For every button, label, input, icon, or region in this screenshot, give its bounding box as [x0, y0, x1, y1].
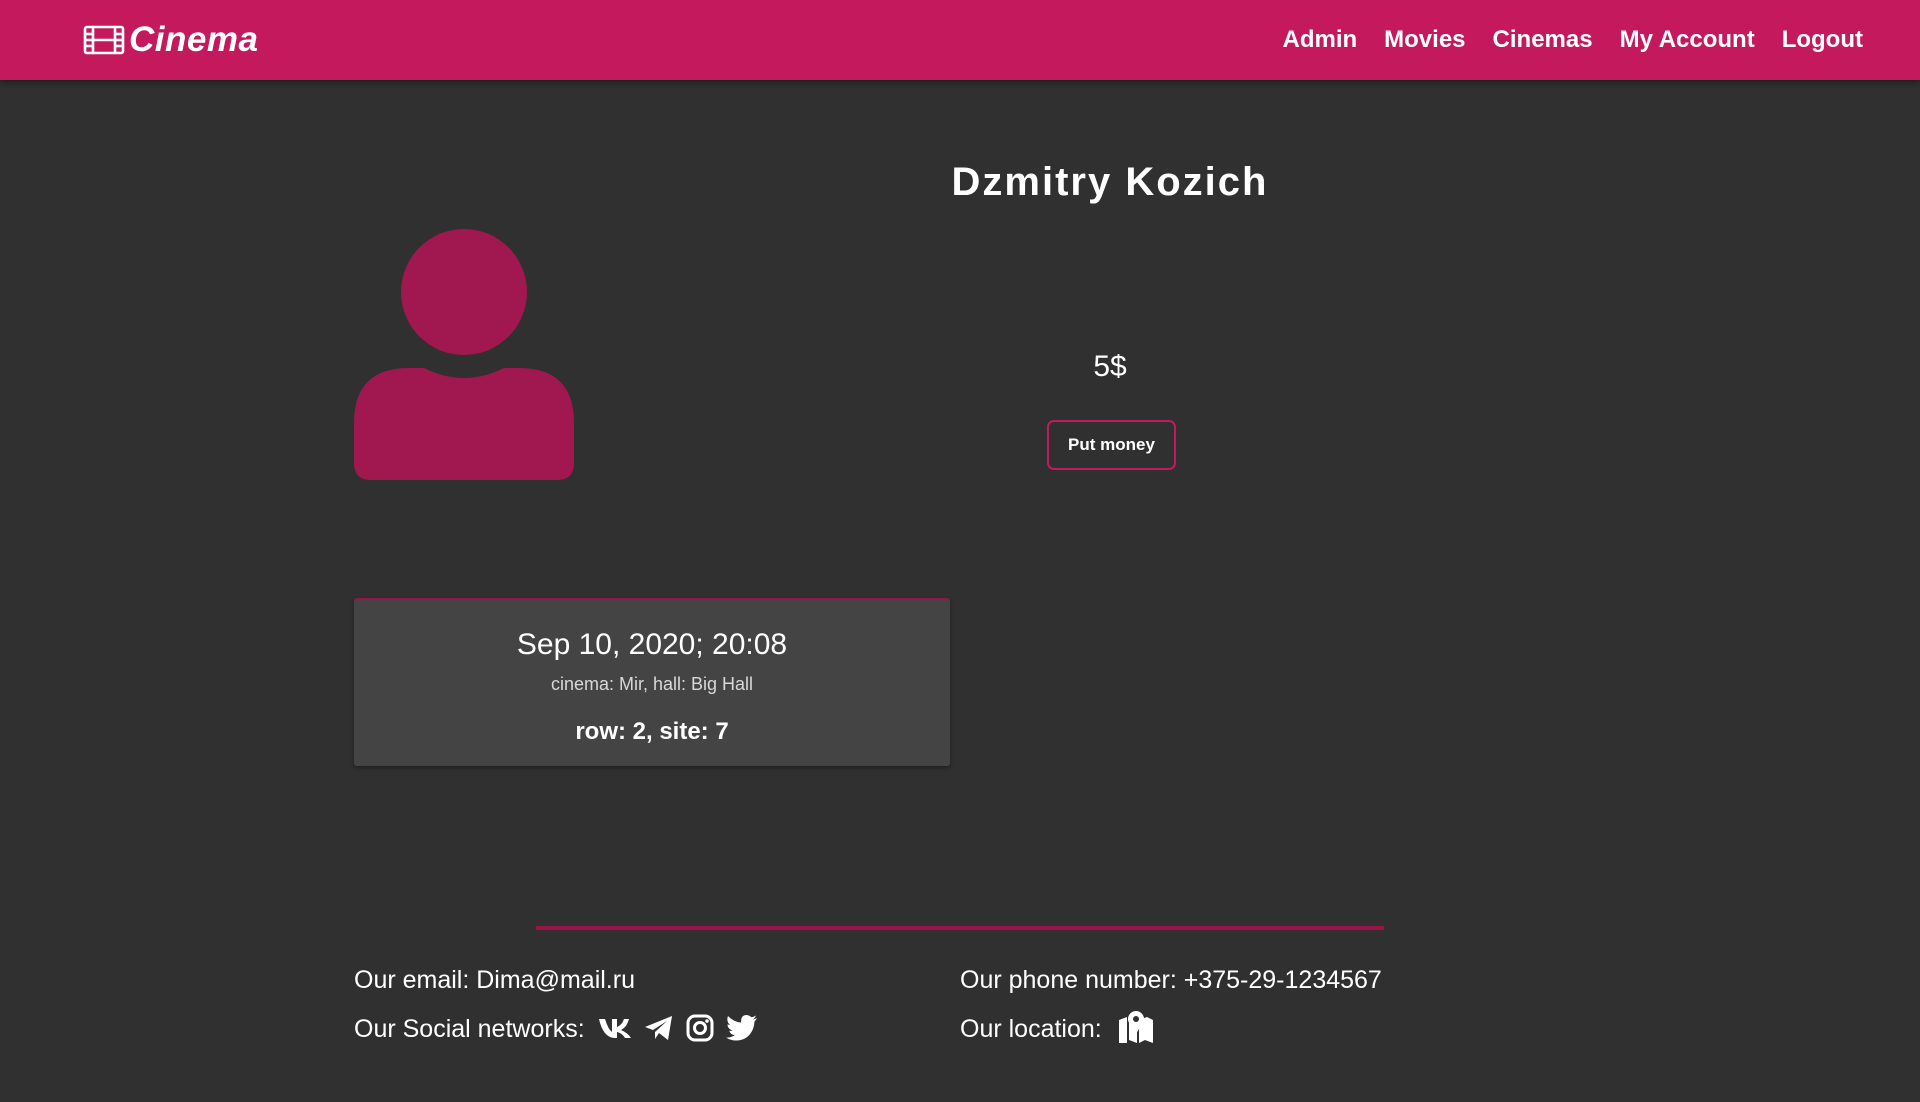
main-nav: Admin Movies Cinemas My Account Logout [1282, 0, 1863, 80]
vk-icon[interactable] [598, 1013, 632, 1043]
logo-link[interactable]: Cinema [83, 20, 258, 60]
footer-divider [536, 926, 1384, 930]
put-money-button[interactable]: Put money [1047, 420, 1176, 470]
nav-movies[interactable]: Movies [1384, 26, 1465, 54]
nav-cinemas[interactable]: Cinemas [1493, 26, 1593, 54]
ticket-card: Sep 10, 2020; 20:08 cinema: Mir, hall: B… [354, 598, 950, 766]
twitter-icon[interactable] [726, 1013, 758, 1043]
account-balance: 5$ [1093, 350, 1127, 383]
logo-text: Cinema [129, 20, 259, 59]
nav-my-account[interactable]: My Account [1620, 26, 1755, 54]
ticket-place: cinema: Mir, hall: Big Hall [550, 674, 754, 694]
footer-location-label: Our location: [960, 1015, 1102, 1043]
instagram-icon[interactable] [686, 1013, 714, 1043]
footer-email: Our email: Dima@mail.ru [354, 966, 635, 994]
footer-phone: Our phone number: +375-29-1234567 [960, 966, 1382, 994]
nav-admin[interactable]: Admin [1282, 26, 1357, 54]
ticket-date: Sep 10, 2020; 20:08 [516, 628, 788, 661]
nav-logout[interactable]: Logout [1782, 26, 1863, 54]
film-icon [83, 25, 125, 55]
map-marker-icon[interactable] [1117, 1010, 1155, 1046]
telegram-icon[interactable] [644, 1013, 674, 1043]
ticket-seat: row: 2, site: 7 [575, 718, 729, 745]
top-navbar: Cinema Admin Movies Cinemas My Account L… [0, 0, 1920, 80]
footer-social-label: Our Social networks: [354, 1015, 585, 1043]
user-name: Dzmitry Kozich [951, 160, 1269, 204]
user-icon [354, 228, 574, 480]
social-links [598, 1010, 758, 1046]
